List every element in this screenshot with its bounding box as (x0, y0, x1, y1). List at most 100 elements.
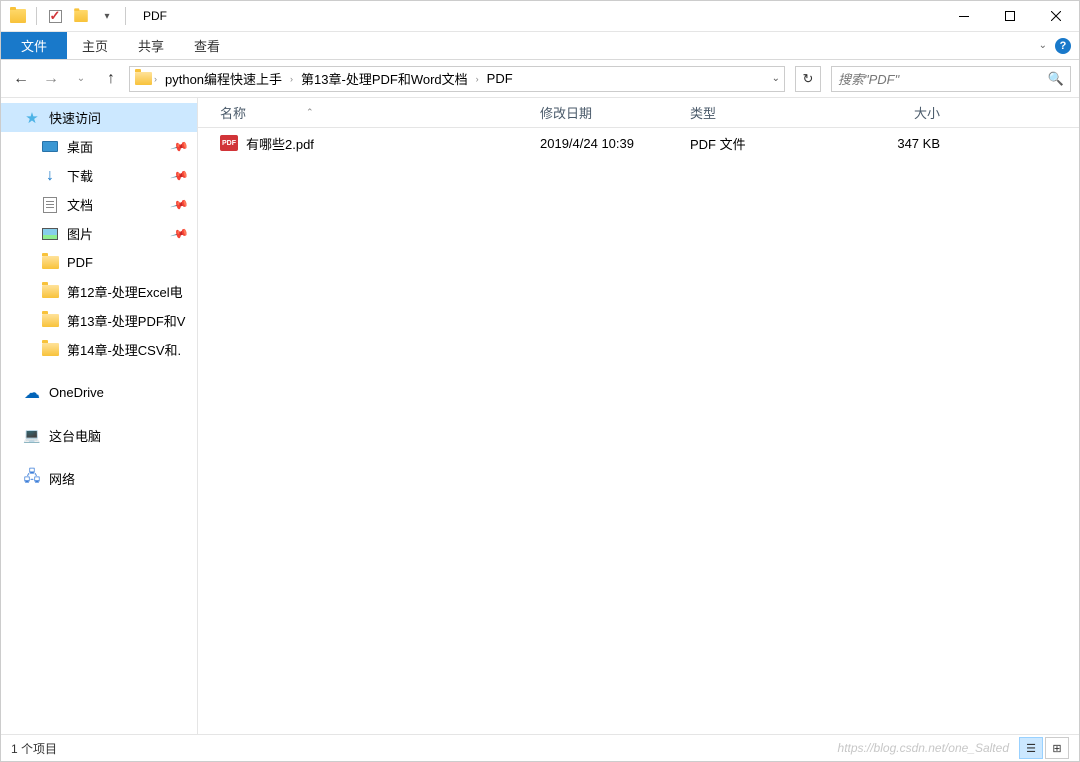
column-headers: 名称 ⌃ 修改日期 类型 大小 (198, 98, 1079, 128)
sidebar-item-label: 第14章-处理CSV和. (67, 340, 181, 359)
breadcrumb[interactable]: python编程快速上手 (159, 67, 288, 91)
item-count: 1 个项目 (11, 740, 57, 757)
back-button[interactable]: ← (9, 67, 33, 91)
maximize-button[interactable] (987, 1, 1033, 31)
up-button[interactable]: ↑ (99, 67, 123, 91)
pin-icon: 📌 (170, 137, 190, 157)
app-icon[interactable] (6, 4, 30, 28)
sidebar-item-label: 这台电脑 (49, 426, 101, 445)
titlebar: ▾ PDF (1, 1, 1079, 32)
sidebar-item-label: 网络 (49, 469, 75, 488)
column-header-type[interactable]: 类型 (690, 103, 840, 122)
search-icon[interactable]: 🔍 (1048, 71, 1064, 87)
sidebar-item-label: 文档 (67, 195, 93, 214)
download-icon: ↓ (41, 167, 59, 185)
tab-view[interactable]: 查看 (179, 32, 235, 59)
onedrive-icon: ☁ (23, 384, 41, 402)
sidebar-item-onedrive[interactable]: ☁ OneDrive (1, 378, 197, 407)
pictures-icon (41, 225, 59, 243)
window-title: PDF (135, 9, 167, 23)
details-view-button[interactable]: ☰ (1019, 737, 1043, 759)
sidebar-item-label: OneDrive (49, 385, 104, 400)
pc-icon: 💻 (23, 427, 41, 445)
folder-icon (41, 254, 59, 272)
file-name: 有哪些2.pdf (246, 134, 314, 153)
address-folder-icon (134, 70, 152, 88)
minimize-button[interactable] (941, 1, 987, 31)
sidebar-item-pdf[interactable]: PDF (1, 248, 197, 277)
sidebar-item-label: 桌面 (67, 137, 93, 156)
tab-share[interactable]: 共享 (123, 32, 179, 59)
chevron-right-icon[interactable]: › (152, 74, 159, 84)
navigation-bar: ← → ⌄ ↑ › python编程快速上手 › 第13章-处理PDF和Word… (1, 60, 1079, 98)
sidebar-item-folder13[interactable]: 第13章-处理PDF和V (1, 306, 197, 335)
sidebar-item-downloads[interactable]: ↓ 下载 📌 (1, 161, 197, 190)
sidebar-item-label: 图片 (67, 224, 93, 243)
file-size: 347 KB (840, 136, 940, 151)
sidebar-item-label: 第12章-处理Excel电 (67, 282, 183, 301)
ribbon-tabs: 文件 主页 共享 查看 ⌄ ? (1, 32, 1079, 60)
star-icon: ★ (23, 109, 41, 127)
separator (36, 7, 37, 25)
qat-dropdown-icon[interactable]: ▾ (95, 4, 119, 28)
folder-icon (41, 341, 59, 359)
sidebar-item-label: 快速访问 (49, 108, 101, 127)
network-icon: 🖧 (23, 470, 41, 488)
sort-caret-icon: ⌃ (306, 107, 314, 118)
address-bar[interactable]: › python编程快速上手 › 第13章-处理PDF和Word文档 › PDF… (129, 66, 785, 92)
separator (125, 7, 126, 25)
view-toggles: ☰ ⊞ (1019, 737, 1069, 759)
sidebar-item-folder14[interactable]: 第14章-处理CSV和. (1, 335, 197, 364)
forward-button[interactable]: → (39, 67, 63, 91)
sidebar-item-network[interactable]: 🖧 网络 (1, 464, 197, 493)
breadcrumb[interactable]: PDF (481, 67, 519, 91)
sidebar-item-documents[interactable]: 文档 📌 (1, 190, 197, 219)
icons-view-button[interactable]: ⊞ (1045, 737, 1069, 759)
refresh-button[interactable]: ↻ (795, 66, 821, 92)
expand-ribbon-icon[interactable]: ⌄ (1039, 40, 1047, 51)
window-controls (941, 1, 1079, 31)
recent-dropdown[interactable]: ⌄ (69, 67, 93, 91)
document-icon (41, 196, 59, 214)
navigation-pane: ★ 快速访问 桌面 📌 ↓ 下载 📌 文档 📌 图片 📌 PDF (1, 98, 198, 734)
sidebar-item-pictures[interactable]: 图片 📌 (1, 219, 197, 248)
file-type: PDF 文件 (690, 134, 840, 153)
content-area: ★ 快速访问 桌面 📌 ↓ 下载 📌 文档 📌 图片 📌 PDF (1, 98, 1079, 734)
column-header-size[interactable]: 大小 (840, 103, 940, 122)
watermark-text: https://blog.csdn.net/one_Salted (838, 741, 1009, 755)
desktop-icon (41, 138, 59, 156)
pin-icon: 📌 (170, 166, 190, 186)
sidebar-item-quick-access[interactable]: ★ 快速访问 (1, 103, 197, 132)
tab-file[interactable]: 文件 (1, 32, 67, 59)
status-bar: 1 个项目 https://blog.csdn.net/one_Salted ☰… (1, 734, 1079, 761)
chevron-right-icon[interactable]: › (288, 74, 295, 84)
sidebar-item-label: 第13章-处理PDF和V (67, 311, 185, 330)
sidebar-item-label: PDF (67, 255, 93, 270)
column-header-name[interactable]: 名称 ⌃ (220, 103, 540, 122)
address-dropdown[interactable]: ⌄ (772, 73, 780, 84)
qat-checkbox[interactable] (43, 4, 67, 28)
search-input[interactable]: 搜索"PDF" 🔍 (831, 66, 1071, 92)
quick-access-toolbar: ▾ (1, 4, 135, 28)
pin-icon: 📌 (170, 195, 190, 215)
tab-home[interactable]: 主页 (67, 32, 123, 59)
file-date: 2019/4/24 10:39 (540, 136, 690, 151)
column-header-date[interactable]: 修改日期 (540, 103, 690, 122)
search-placeholder: 搜索"PDF" (838, 69, 899, 88)
file-row[interactable]: PDF 有哪些2.pdf 2019/4/24 10:39 PDF 文件 347 … (198, 128, 1079, 158)
chevron-right-icon[interactable]: › (474, 74, 481, 84)
qat-folder-icon[interactable] (69, 4, 93, 28)
file-list: 名称 ⌃ 修改日期 类型 大小 PDF 有哪些2.pdf 2019/4/24 1… (198, 98, 1079, 734)
pin-icon: 📌 (170, 224, 190, 244)
help-icon[interactable]: ? (1055, 38, 1071, 54)
pdf-icon: PDF (220, 135, 238, 151)
folder-icon (41, 312, 59, 330)
close-button[interactable] (1033, 1, 1079, 31)
sidebar-item-thispc[interactable]: 💻 这台电脑 (1, 421, 197, 450)
sidebar-item-desktop[interactable]: 桌面 📌 (1, 132, 197, 161)
breadcrumb[interactable]: 第13章-处理PDF和Word文档 (295, 67, 474, 91)
ribbon-right: ⌄ ? (1039, 32, 1079, 59)
sidebar-item-folder12[interactable]: 第12章-处理Excel电 (1, 277, 197, 306)
sidebar-item-label: 下载 (67, 166, 93, 185)
folder-icon (41, 283, 59, 301)
